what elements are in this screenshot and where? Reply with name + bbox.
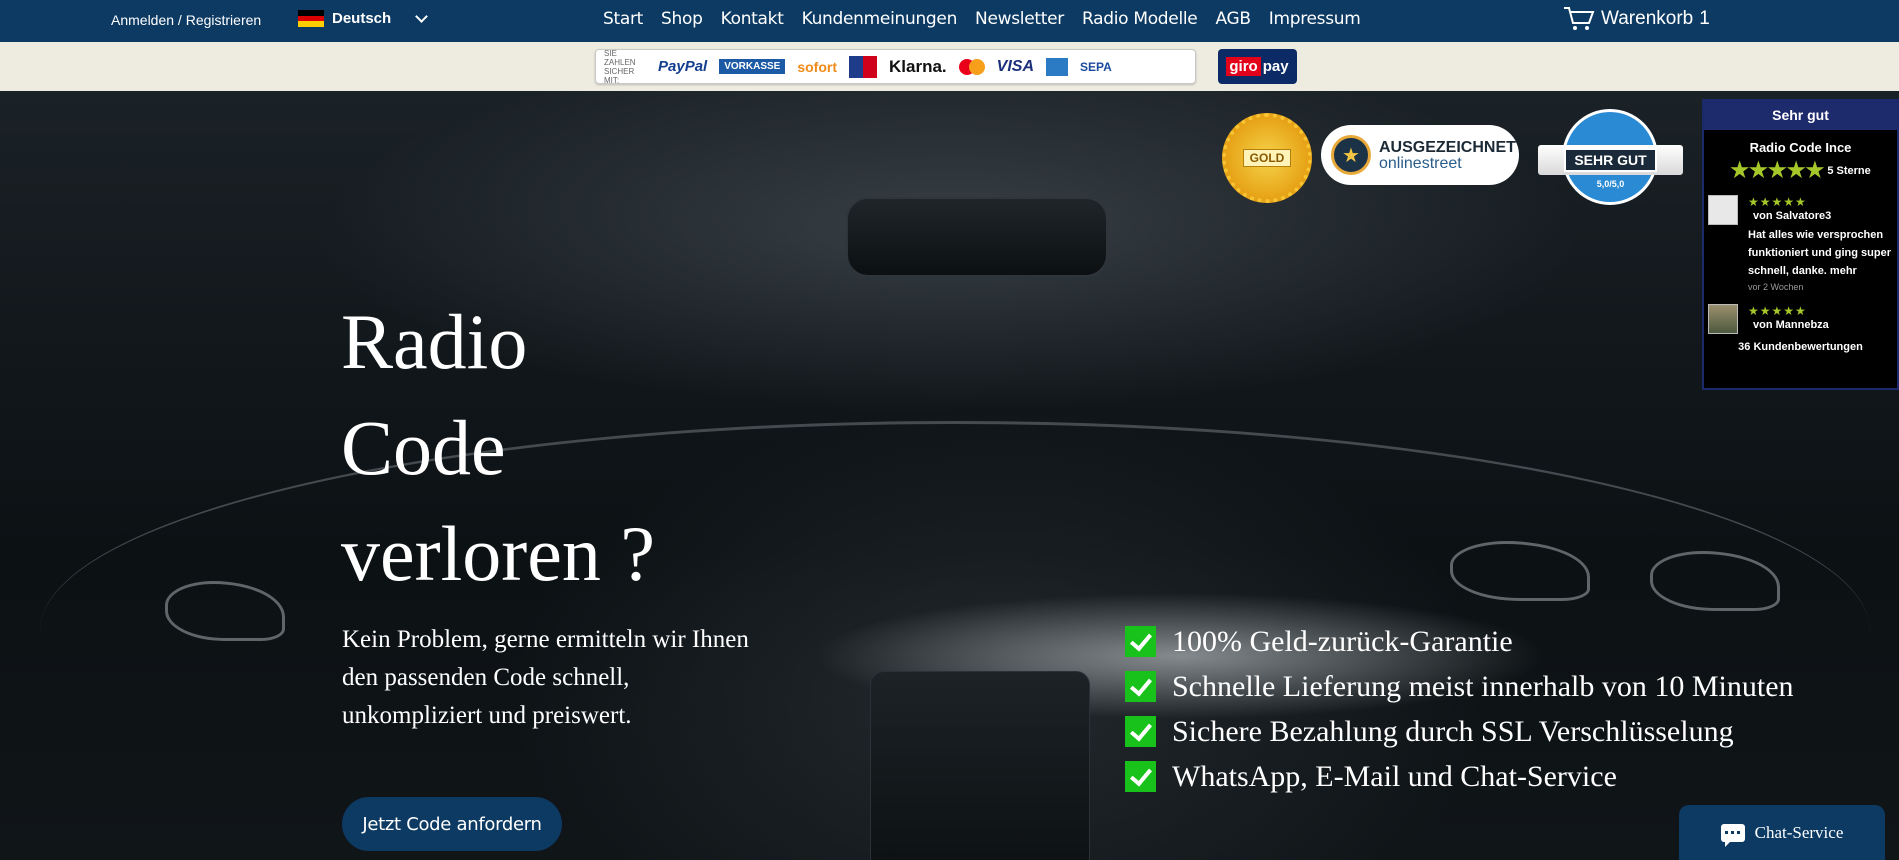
checkmark-icon: [1125, 761, 1156, 792]
login-register-link[interactable]: Anmelden / Registrieren: [111, 12, 261, 28]
reviews-header: Sehr gut: [1704, 101, 1897, 130]
sepa-logo: SEPA: [1080, 59, 1112, 74]
visa-logo: VISA: [996, 57, 1034, 75]
ec-card-icon: [849, 55, 878, 78]
cart-count: 1: [1699, 8, 1710, 29]
star-icon: ★★★★★: [1730, 159, 1825, 182]
ausgezeichnet-label: AUSGEZEICHNET: [1379, 138, 1516, 156]
review-stars-icon: ★★★★★: [1748, 195, 1807, 209]
payment-strip: SIE ZAHLEN SICHER MIT: PayPal VORKASSE s…: [0, 42, 1899, 91]
nav-kundenmeinungen[interactable]: Kundenmeinungen: [802, 9, 958, 29]
main-nav: Start Shop Kontakt Kundenmeinungen Newsl…: [603, 9, 1379, 29]
feature-text: Schnelle Lieferung meist innerhalb von 1…: [1172, 669, 1794, 703]
reviews-shop-name: Radio Code Ince: [1749, 140, 1852, 155]
hero-subline: Kein Problem, gerne ermitteln wir Ihnen …: [342, 626, 749, 729]
stars-label: 5 Sterne: [1827, 165, 1871, 177]
nav-start[interactable]: Start: [603, 9, 643, 29]
feature-item: 100% Geld-zurück-Garantie: [1125, 619, 1794, 664]
nav-impressum[interactable]: Impressum: [1269, 9, 1361, 29]
giropay-logo: giro pay: [1218, 49, 1297, 84]
checkmark-icon: [1125, 716, 1156, 747]
avatar: [1708, 304, 1738, 334]
sofort-logo: sofort: [797, 58, 838, 75]
giropay-part-giro: giro: [1226, 57, 1261, 76]
klarna-logo: Klarna.: [889, 56, 947, 76]
nav-kontakt[interactable]: Kontakt: [721, 9, 784, 29]
chat-service-button[interactable]: Chat-Service: [1679, 805, 1885, 860]
review-text: Hat alles wie versprochen funktioniert u…: [1748, 229, 1891, 277]
onlinestreet-badge[interactable]: ★ AUSGEZEICHNET onlinestreet: [1321, 125, 1519, 185]
paypal-logo: PayPal: [658, 58, 708, 75]
cart-icon: [1564, 7, 1595, 30]
giropay-part-pay: pay: [1262, 58, 1289, 75]
headline-line-2: Code: [341, 404, 506, 491]
review-time: vor 2 Wochen: [1748, 282, 1804, 292]
nav-shop[interactable]: Shop: [661, 9, 703, 29]
star-medal-icon: ★: [1331, 135, 1371, 175]
german-flag-icon: [298, 10, 324, 28]
rearview-mirror-graphic: [846, 197, 1108, 277]
overall-rating: ★★★★★ 5 Sterne: [1704, 159, 1897, 182]
vorkasse-logo: VORKASSE: [719, 59, 786, 74]
feature-list: 100% Geld-zurück-Garantie Schnelle Liefe…: [1125, 619, 1794, 799]
mastercard-icon: [958, 58, 985, 75]
checkmark-icon: [1125, 626, 1156, 657]
chat-bubble-icon: [1720, 823, 1745, 847]
headline-line-1: Radio: [341, 298, 528, 385]
chat-label: Chat-Service: [1754, 822, 1844, 842]
payment-methods: SIE ZAHLEN SICHER MIT: PayPal VORKASSE s…: [595, 48, 1196, 85]
nav-radio-modelle[interactable]: Radio Modelle: [1082, 9, 1198, 29]
language-selector[interactable]: Deutsch: [298, 10, 429, 28]
top-nav-bar: Anmelden / Registrieren Deutsch Start Sh…: [0, 0, 1899, 42]
feature-text: Sichere Bezahlung durch SSL Verschlüssel…: [1172, 714, 1734, 748]
review-author: von Salvatore3: [1753, 210, 1832, 222]
pay-secure-hint: SIE ZAHLEN SICHER MIT:: [604, 48, 636, 85]
feature-item: WhatsApp, E-Mail und Chat-Service: [1125, 754, 1794, 799]
feature-item: Sichere Bezahlung durch SSL Verschlüssel…: [1125, 709, 1794, 754]
gold-label: GOLD: [1242, 149, 1292, 167]
center-console-graphic: [870, 671, 1090, 860]
nav-agb[interactable]: AGB: [1215, 9, 1251, 29]
review-item[interactable]: ★★★★★ von Salvatore3 Hat alles wie versp…: [1704, 195, 1897, 292]
amex-icon: [1046, 57, 1068, 76]
reviews-widget[interactable]: Sehr gut Radio Code Ince ★★★★★ 5 Sterne …: [1702, 99, 1899, 390]
feature-text: 100% Geld-zurück-Garantie: [1172, 624, 1513, 658]
webwiki-ribbon: SEHR GUT: [1538, 145, 1683, 175]
review-item[interactable]: ★★★★★ von Mannebza: [1704, 304, 1897, 334]
feature-item: Schnelle Lieferung meist innerhalb von 1…: [1125, 664, 1794, 709]
cart-label: Warenkorb: [1601, 8, 1694, 29]
review-stars-icon: ★★★★★: [1748, 304, 1807, 318]
review-author: von Mannebza: [1753, 319, 1829, 331]
webwiki-badge[interactable]: SEHR GUT 5,0/5,0: [1538, 109, 1683, 211]
headline-line-3: verloren ?: [341, 510, 655, 597]
language-label: Deutsch: [332, 10, 392, 27]
reviews-count-link[interactable]: 36 Kundenbewertungen: [1704, 341, 1897, 353]
onlinestreet-label: onlinestreet: [1379, 154, 1462, 172]
feature-text: WhatsApp, E-Mail und Chat-Service: [1172, 759, 1617, 793]
chevron-down-icon: [415, 10, 429, 23]
hero-section: Radio Code verloren ? Kein Problem, gern…: [0, 91, 1899, 860]
checkmark-icon: [1125, 671, 1156, 702]
nav-newsletter[interactable]: Newsletter: [975, 9, 1064, 29]
request-code-button[interactable]: Jetzt Code anfordern: [342, 797, 562, 851]
cart-button[interactable]: Warenkorb 1: [1563, 6, 1710, 32]
webwiki-rating: SEHR GUT: [1564, 148, 1657, 172]
webwiki-score: 5,0/5,0: [1596, 179, 1625, 189]
avatar: [1708, 195, 1738, 225]
hero-headline: Radio Code verloren ?: [341, 289, 655, 607]
gold-merchant-badge[interactable]: GOLD: [1222, 113, 1312, 203]
